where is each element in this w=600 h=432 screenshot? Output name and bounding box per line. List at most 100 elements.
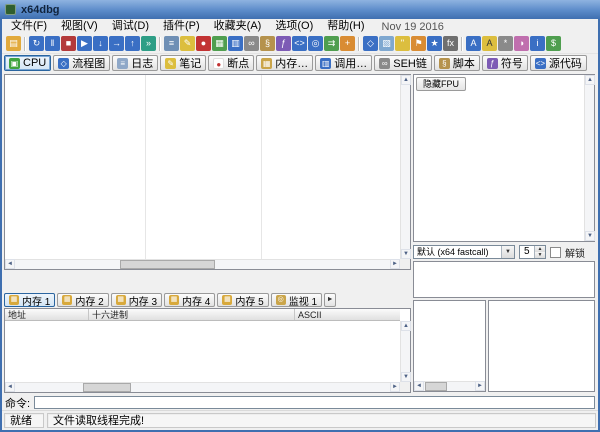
scroll-left-icon[interactable] — [5, 382, 15, 392]
dump-table[interactable]: 地址 十六进制 ASCII — [4, 308, 411, 393]
titlebar[interactable]: x64dbg — [0, 0, 600, 19]
tab-memory-3[interactable]: ▦ 内存 3 — [111, 293, 162, 307]
scroll-left-icon[interactable] — [414, 381, 424, 391]
scroll-down-icon[interactable] — [585, 231, 595, 241]
horizontal-scrollbar[interactable] — [414, 381, 485, 391]
menu-favourites[interactable]: 收藏夹(A) — [207, 19, 269, 34]
command-input[interactable] — [34, 396, 595, 409]
tab-symbols[interactable]: ƒ 符号 — [482, 55, 528, 71]
scroll-left-icon[interactable] — [5, 259, 15, 269]
scroll-up-icon[interactable] — [401, 75, 411, 85]
tab-graph[interactable]: ◇ 流程图 — [53, 55, 110, 71]
x64dbg-logo-icon[interactable] — [5, 4, 16, 15]
tab-memory-4[interactable]: ▦ 内存 4 — [164, 293, 215, 307]
dump-panel[interactable] — [488, 300, 595, 392]
status-state: 就绪 — [4, 413, 44, 428]
comment-icon[interactable]: " — [395, 36, 410, 51]
scrollbar-corner — [400, 259, 410, 269]
threads-icon[interactable]: ⇉ — [324, 36, 339, 51]
script-icon[interactable]: § — [260, 36, 275, 51]
menu-file[interactable]: 文件(F) — [4, 19, 54, 34]
unlock-checkbox[interactable] — [550, 247, 561, 258]
open-file-icon[interactable]: ▤ — [6, 36, 21, 51]
tab-memory-map[interactable]: ▦ 内存… — [256, 55, 313, 71]
highlight-icon[interactable]: A — [482, 36, 497, 51]
hide-fpu-button[interactable]: 隐藏FPU — [416, 77, 466, 91]
tab-script[interactable]: § 脚本 — [434, 55, 480, 71]
scroll-down-icon[interactable] — [401, 249, 411, 259]
patches-icon[interactable]: ▧ — [379, 36, 394, 51]
scrollbar-thumb[interactable] — [425, 382, 447, 391]
tab-breakpoints[interactable]: ● 断点 — [208, 55, 254, 71]
scroll-up-icon[interactable] — [401, 321, 411, 331]
tab-memory-1[interactable]: ▦ 内存 1 — [4, 293, 55, 307]
run-icon[interactable]: ▶ — [77, 36, 92, 51]
horizontal-scrollbar[interactable] — [5, 259, 400, 269]
tab-watch-1[interactable]: ◎ 监视 1 — [271, 293, 322, 307]
settings-icon[interactable]: * — [498, 36, 513, 51]
donate-icon[interactable]: $ — [546, 36, 561, 51]
vertical-scrollbar[interactable] — [584, 75, 594, 241]
tab-log[interactable]: ≡ 日志 — [112, 55, 158, 71]
tab-source[interactable]: <> 源代码 — [530, 55, 587, 71]
menu-help[interactable]: 帮助(H) — [320, 19, 371, 34]
analyze-icon[interactable]: A — [466, 36, 481, 51]
scroll-right-icon[interactable] — [390, 259, 400, 269]
scroll-up-icon[interactable] — [585, 75, 595, 85]
function-icon[interactable]: fx — [443, 36, 458, 51]
registers-panel[interactable]: 隐藏FPU — [413, 74, 595, 242]
vertical-scrollbar[interactable] — [400, 75, 410, 259]
scroll-right-icon[interactable] — [390, 382, 400, 392]
argument-count-stepper[interactable]: 5 — [519, 245, 546, 259]
x64dbg-window: x64dbg 文件(F) 视图(V) 调试(D) 插件(P) 收藏夹(A) 选项… — [0, 0, 600, 432]
step-into-icon[interactable]: ↓ — [93, 36, 108, 51]
memory-map-icon[interactable]: ▦ — [212, 36, 227, 51]
step-over-icon[interactable]: → — [109, 36, 124, 51]
log-icon[interactable]: ≡ — [164, 36, 179, 51]
handles-icon[interactable]: + — [340, 36, 355, 51]
bookmark-icon[interactable]: ★ — [427, 36, 442, 51]
menu-debug[interactable]: 调试(D) — [105, 19, 156, 34]
label-icon[interactable]: ⚑ — [411, 36, 426, 51]
breakpoints-icon[interactable]: ● — [196, 36, 211, 51]
source-code-icon[interactable]: <> — [292, 36, 307, 51]
tab-cpu[interactable]: ▣ CPU — [4, 55, 51, 71]
graph-icon[interactable]: ◇ — [363, 36, 378, 51]
tab-label: 内存 3 — [129, 293, 157, 308]
chevron-down-icon[interactable] — [501, 246, 514, 258]
stop-icon[interactable]: ■ — [61, 36, 76, 51]
vertical-scrollbar[interactable] — [400, 321, 410, 382]
animate-icon[interactable]: » — [141, 36, 156, 51]
about-icon[interactable]: i — [530, 36, 545, 51]
scroll-right-icon[interactable] — [475, 381, 485, 391]
references-icon[interactable]: ◎ — [308, 36, 323, 51]
tab-seh[interactable]: ∞ SEH链 — [374, 55, 432, 71]
menu-options[interactable]: 选项(O) — [268, 19, 320, 34]
stepper-down-icon[interactable] — [535, 252, 545, 258]
theme-icon[interactable]: ◑ — [514, 36, 529, 51]
stack-panel[interactable] — [413, 300, 486, 392]
horizontal-scrollbar[interactable] — [5, 382, 400, 392]
pause-icon[interactable]: ‖ — [45, 36, 60, 51]
scrollbar-thumb[interactable] — [83, 383, 131, 392]
tab-memory-2[interactable]: ▦ 内存 2 — [57, 293, 108, 307]
stepper-buttons[interactable] — [534, 246, 545, 258]
tab-notes[interactable]: ✎ 笔记 — [160, 55, 206, 71]
run-to-return-icon[interactable]: ↑ — [125, 36, 140, 51]
scrollbar-thumb[interactable] — [120, 260, 215, 269]
memory-icon: ▦ — [62, 295, 72, 305]
calling-convention-select[interactable]: 默认 (x64 fastcall) — [413, 245, 515, 259]
call-stack-icon[interactable]: ▥ — [228, 36, 243, 51]
tab-memory-5[interactable]: ▦ 内存 5 — [217, 293, 268, 307]
menu-view[interactable]: 视图(V) — [54, 19, 105, 34]
notes-icon[interactable]: ✎ — [180, 36, 195, 51]
scroll-down-icon[interactable] — [401, 372, 411, 382]
menu-plugins[interactable]: 插件(P) — [156, 19, 207, 34]
memory-tabs-overflow-button[interactable] — [324, 293, 336, 307]
seh-chain-icon[interactable]: ∞ — [244, 36, 259, 51]
disassembly-panel[interactable] — [4, 74, 411, 270]
restart-icon[interactable]: ↻ — [29, 36, 44, 51]
arguments-panel[interactable] — [413, 261, 595, 298]
symbols-icon[interactable]: ƒ — [276, 36, 291, 51]
tab-call-stack[interactable]: ▥ 调用… — [315, 55, 372, 71]
